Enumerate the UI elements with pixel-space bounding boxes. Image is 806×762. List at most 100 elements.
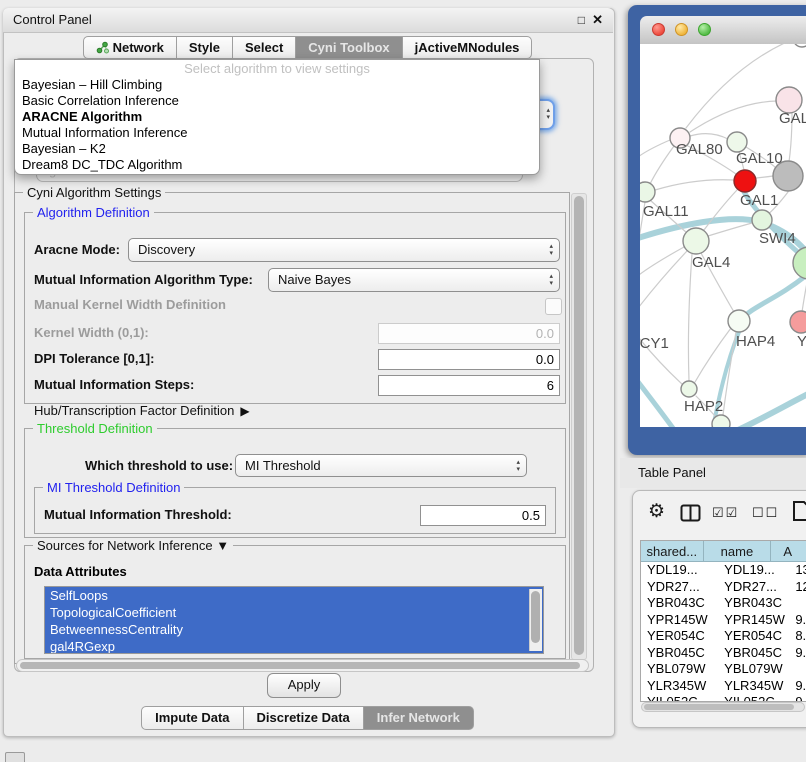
kernel-width-field[interactable]: 0.0 (378, 323, 560, 344)
algorithm-option-bayesian-k2[interactable]: Bayesian – K2 (15, 141, 539, 157)
minimize-traffic-light[interactable] (675, 23, 688, 36)
stepper-icon: ▴▾ (549, 243, 553, 257)
zoom-traffic-light[interactable] (698, 23, 711, 36)
scrollbar-thumb[interactable] (574, 196, 584, 655)
hub-transcription-factor-section[interactable]: Hub/Transcription Factor Definition▶ (34, 402, 250, 420)
network-node-gal11[interactable] (640, 182, 655, 202)
network-node-gal10[interactable] (727, 132, 747, 152)
mi-algorithm-type-combobox[interactable]: Naive Bayes ▴▾ (268, 268, 560, 292)
attribute-item-gal4rgexp[interactable]: gal4RGexp (45, 638, 543, 654)
tab-label: Cyni Toolbox (308, 39, 389, 56)
column-header[interactable]: A (771, 541, 806, 562)
tab-label: Select (245, 39, 283, 56)
corner-mini-button[interactable] (5, 752, 25, 762)
table-row[interactable]: YPR145WYPR145W9. (641, 612, 806, 629)
settings-group-title: Cyni Algorithm Settings (23, 185, 165, 200)
dpi-tolerance-label: DPI Tolerance [0,1]: (34, 347, 154, 371)
attribute-item-betweennesscentrality[interactable]: BetweennessCentrality (45, 621, 543, 638)
split-columns-icon[interactable] (680, 504, 702, 522)
table-horizontal-scrollbar[interactable] (641, 702, 805, 712)
which-threshold-combobox[interactable]: MI Threshold ▴▾ (235, 454, 527, 477)
table-row[interactable]: YIL052CYIL052C9 (641, 694, 806, 702)
algorithm-combobox-focused-edge[interactable]: ▴▾ (538, 99, 555, 130)
checked-boxes-icon[interactable]: ☑☑ (712, 505, 739, 521)
network-node-swi4[interactable] (752, 210, 772, 230)
float-window-icon[interactable]: □ (578, 13, 585, 27)
mi-algorithm-type-label: Mutual Information Algorithm Type: (34, 268, 253, 292)
tab-impute-data[interactable]: Impute Data (141, 706, 243, 730)
table-cell: YIL052C (712, 694, 789, 702)
tab-label: Network (113, 39, 164, 56)
table-row[interactable]: YLR345WYLR345W9. (641, 678, 806, 695)
table-cell: 9 (789, 694, 806, 702)
tab-jactivemnodules[interactable]: jActiveMNodules (402, 36, 533, 59)
algorithm-option-mutual-information-inference[interactable]: Mutual Information Inference (15, 125, 539, 141)
mi-threshold-field[interactable]: 0.5 (420, 505, 546, 526)
attributes-scrollbar[interactable] (529, 589, 542, 651)
network-edge (640, 247, 684, 282)
attribute-item-selfloops[interactable]: SelfLoops (45, 587, 543, 604)
scrollbar-thumb[interactable] (20, 662, 580, 669)
table-cell (789, 661, 806, 678)
algorithm-option-dream8-dc-tdc-algorithm[interactable]: Dream8 DC_TDC Algorithm (15, 157, 539, 173)
algorithm-option-basic-correlation-inference[interactable]: Basic Correlation Inference (15, 93, 539, 109)
manual-kernel-width-checkbox[interactable] (545, 298, 562, 315)
table-row[interactable]: YBR043CYBR043C (641, 595, 806, 612)
apply-button[interactable]: Apply (267, 673, 341, 698)
table-cell: YDL19... (641, 562, 712, 579)
network-node-gal1[interactable] (734, 170, 756, 192)
algorithm-option-aracne-algorithm[interactable]: ARACNE Algorithm (15, 109, 539, 125)
column-header[interactable]: shared... (641, 541, 704, 562)
network-node[interactable] (793, 44, 806, 47)
network-node-hap4[interactable] (728, 310, 750, 332)
scrollbar-thumb[interactable] (531, 591, 540, 643)
network-node-y[interactable] (790, 311, 806, 333)
close-traffic-light[interactable] (652, 23, 665, 36)
node-label: Y (797, 333, 806, 350)
table-cell: YBR043C (712, 595, 789, 612)
expanded-arrow-icon[interactable]: ▼ (216, 538, 229, 553)
tab-infer-network[interactable]: Infer Network (363, 706, 474, 730)
tab-label: Infer Network (377, 710, 460, 725)
network-node-gal4[interactable] (683, 228, 709, 254)
tab-discretize-data[interactable]: Discretize Data (243, 706, 364, 730)
table-cell: YLR345W (641, 678, 712, 695)
gear-icon[interactable]: ⚙ (648, 500, 665, 523)
network-node-hap2[interactable] (681, 381, 697, 397)
data-attributes-list[interactable]: SelfLoopsTopologicalCoefficientBetweenne… (44, 586, 544, 654)
attribute-item-topologicalcoefficient[interactable]: TopologicalCoefficient (45, 604, 543, 621)
mi-steps-label: Mutual Information Steps: (34, 373, 194, 397)
dpi-tolerance-field[interactable]: 0.0 (378, 349, 560, 370)
data-attributes-label: Data Attributes (34, 564, 127, 579)
mi-steps-field[interactable]: 6 (378, 375, 560, 396)
network-edge (738, 392, 806, 427)
settings-vertical-scrollbar[interactable] (571, 193, 587, 660)
network-canvas[interactable]: GALGAL80GAL10GAL1GAL11SWI4GAL4GCY1HAP4YH… (640, 44, 806, 427)
tab-network[interactable]: Network (83, 36, 177, 59)
collapsed-arrow-icon[interactable]: ▶ (240, 404, 249, 418)
table-row[interactable]: YER054CYER054C8. (641, 628, 806, 645)
table-cell: YIL052C (641, 694, 712, 702)
aracne-mode-combobox[interactable]: Discovery ▴▾ (128, 238, 560, 262)
table-row[interactable]: YBR045CYBR045C9. (641, 645, 806, 662)
node-table: shared...nameA YDL19...YDL19...13YDR27..… (640, 540, 806, 702)
page-icon[interactable] (792, 500, 806, 522)
table-row[interactable]: YBL079WYBL079W (641, 661, 806, 678)
table-panel-title: Table Panel (638, 458, 706, 488)
unchecked-boxes-icon[interactable]: ☐☐ (752, 505, 779, 521)
tab-style[interactable]: Style (176, 36, 233, 59)
close-icon[interactable]: ✕ (592, 12, 603, 28)
algorithm-option-bayesian-hill-climbing[interactable]: Bayesian – Hill Climbing (15, 77, 539, 93)
settings-horizontal-scrollbar[interactable] (16, 659, 589, 672)
tab-cyni-toolbox[interactable]: Cyni Toolbox (295, 36, 402, 59)
network-node[interactable] (712, 415, 730, 427)
column-header[interactable]: name (704, 541, 772, 562)
table-cell: YBL079W (712, 661, 789, 678)
table-row[interactable]: YDR27...YDR27...12 (641, 579, 806, 596)
scrollbar-thumb[interactable] (644, 704, 794, 710)
network-edge (708, 223, 752, 236)
table-cell: YPR145W (712, 612, 789, 629)
tab-select[interactable]: Select (232, 36, 296, 59)
table-cell: YBR043C (641, 595, 712, 612)
table-row[interactable]: YDL19...YDL19...13 (641, 562, 806, 579)
